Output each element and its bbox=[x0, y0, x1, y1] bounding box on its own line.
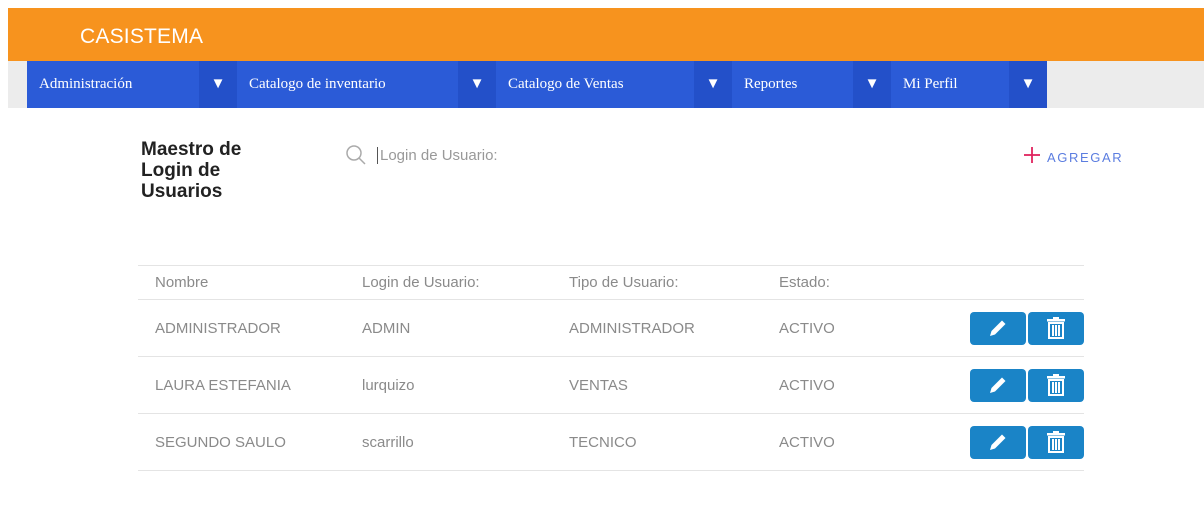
table-row: SEGUNDO SAULO scarrillo TECNICO ACTIVO bbox=[138, 413, 1084, 471]
search-input[interactable] bbox=[377, 146, 600, 164]
nav-bar: Administración ▼ Catalogo de inventario … bbox=[8, 61, 1204, 108]
menu-catalogo-inventario[interactable]: Catalogo de inventario ▼ bbox=[237, 61, 496, 108]
cell-login: scarrillo bbox=[345, 413, 552, 471]
column-header-nombre: Nombre bbox=[138, 265, 345, 300]
table-row: LAURA ESTEFANIA lurquizo VENTAS ACTIVO bbox=[138, 356, 1084, 414]
cell-nombre: SEGUNDO SAULO bbox=[138, 413, 345, 471]
cell-estado: ACTIVO bbox=[762, 413, 899, 471]
users-table: Nombre Login de Usuario: Tipo de Usuario… bbox=[138, 265, 1084, 471]
cell-actions bbox=[899, 299, 1084, 357]
menu-label: Mi Perfil bbox=[903, 76, 958, 92]
delete-button[interactable] bbox=[1028, 311, 1084, 345]
cell-nombre: ADMINISTRADOR bbox=[138, 299, 345, 357]
cell-tipo: VENTAS bbox=[552, 356, 762, 414]
plus-icon bbox=[1023, 146, 1041, 169]
page-title: Maestro de Login de Usuarios bbox=[141, 139, 242, 202]
trash-icon bbox=[1047, 431, 1065, 453]
delete-button[interactable] bbox=[1028, 425, 1084, 459]
menu-mi-perfil[interactable]: Mi Perfil ▼ bbox=[891, 61, 1047, 108]
menu-administracion[interactable]: Administración ▼ bbox=[27, 61, 237, 108]
search-icon bbox=[345, 144, 367, 166]
search-box bbox=[345, 144, 600, 166]
column-header-estado: Estado: bbox=[762, 265, 899, 300]
main-menu: Administración ▼ Catalogo de inventario … bbox=[27, 61, 1047, 108]
app-frame: CASISTEMA Administración ▼ Catalogo de i… bbox=[8, 8, 1204, 519]
pencil-icon bbox=[990, 434, 1006, 450]
chevron-down-icon[interactable]: ▼ bbox=[458, 61, 496, 108]
cell-login: ADMIN bbox=[345, 299, 552, 357]
menu-label: Reportes bbox=[744, 76, 798, 92]
edit-button[interactable] bbox=[970, 425, 1026, 459]
edit-button[interactable] bbox=[970, 368, 1026, 402]
top-header: CASISTEMA bbox=[8, 8, 1204, 61]
add-button[interactable]: AGREGAR bbox=[1023, 146, 1123, 169]
edit-button[interactable] bbox=[970, 311, 1026, 345]
cell-actions bbox=[899, 356, 1084, 414]
chevron-down-icon[interactable]: ▼ bbox=[853, 61, 891, 108]
column-header-login: Login de Usuario: bbox=[345, 265, 552, 300]
delete-button[interactable] bbox=[1028, 368, 1084, 402]
chevron-down-icon[interactable]: ▼ bbox=[1009, 61, 1047, 108]
menu-label: Catalogo de Ventas bbox=[508, 76, 624, 92]
cell-estado: ACTIVO bbox=[762, 356, 899, 414]
cell-estado: ACTIVO bbox=[762, 299, 899, 357]
table-header-row: Nombre Login de Usuario: Tipo de Usuario… bbox=[138, 265, 1084, 300]
pencil-icon bbox=[990, 377, 1006, 393]
menu-reportes[interactable]: Reportes ▼ bbox=[732, 61, 891, 108]
chevron-down-icon[interactable]: ▼ bbox=[199, 61, 237, 108]
cell-tipo: TECNICO bbox=[552, 413, 762, 471]
menu-catalogo-ventas[interactable]: Catalogo de Ventas ▼ bbox=[496, 61, 732, 108]
cell-login: lurquizo bbox=[345, 356, 552, 414]
column-header-tipo: Tipo de Usuario: bbox=[552, 265, 762, 300]
chevron-down-icon[interactable]: ▼ bbox=[694, 61, 732, 108]
pencil-icon bbox=[990, 320, 1006, 336]
trash-icon bbox=[1047, 374, 1065, 396]
cell-tipo: ADMINISTRADOR bbox=[552, 299, 762, 357]
menu-label: Administración bbox=[39, 76, 133, 92]
trash-icon bbox=[1047, 317, 1065, 339]
menu-label: Catalogo de inventario bbox=[249, 76, 386, 92]
cell-actions bbox=[899, 413, 1084, 471]
app-title: CASISTEMA bbox=[80, 25, 204, 48]
table-row: ADMINISTRADOR ADMIN ADMINISTRADOR ACTIVO bbox=[138, 299, 1084, 357]
column-header-actions bbox=[899, 265, 1084, 300]
cell-nombre: LAURA ESTEFANIA bbox=[138, 356, 345, 414]
add-label: AGREGAR bbox=[1047, 150, 1124, 165]
